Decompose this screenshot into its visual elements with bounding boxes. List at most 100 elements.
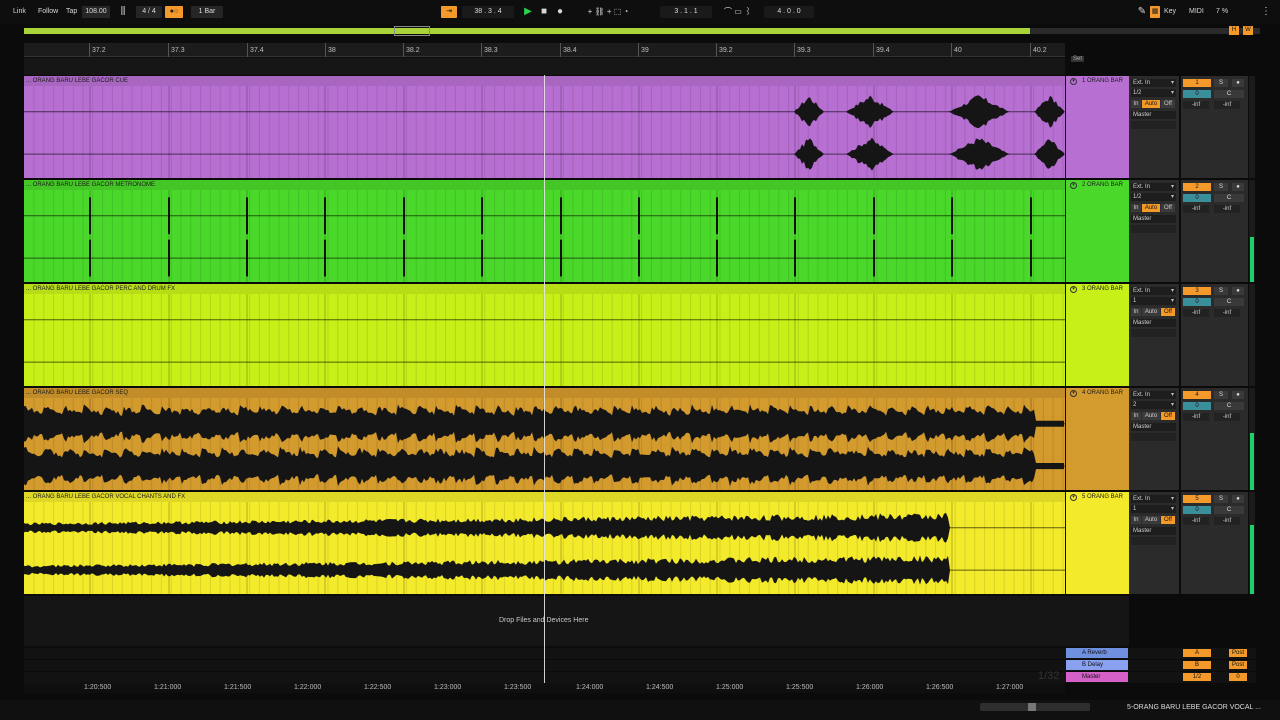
arrangement-overview[interactable] <box>24 28 1030 34</box>
input-type-select[interactable]: Ext. In ▾ <box>1131 391 1176 399</box>
midi-map-button[interactable]: MIDI <box>1189 6 1204 18</box>
arm-button[interactable]: ● <box>1232 391 1244 399</box>
arm-button[interactable]: ● <box>1232 79 1244 87</box>
output-select[interactable]: Master <box>1131 111 1176 119</box>
pan-field[interactable]: C <box>1214 90 1244 98</box>
track-header[interactable]: ▾ 5 ORANG BAR <box>1066 492 1129 594</box>
fold-icon[interactable]: ▾ <box>1070 286 1077 293</box>
track-name[interactable]: 1 ORANG BAR <box>1082 78 1123 84</box>
track-activator-button[interactable]: 5 <box>1183 495 1211 503</box>
follow-button[interactable]: Follow <box>38 6 58 18</box>
fold-icon[interactable]: ▾ <box>1070 494 1077 501</box>
volume-field[interactable]: 0 <box>1183 402 1211 410</box>
fold-icon[interactable]: ▾ <box>1070 390 1077 397</box>
set-locator-button[interactable]: Set <box>1071 56 1085 62</box>
volume-field[interactable]: 0 <box>1183 506 1211 514</box>
input-channel-select[interactable]: 1 ▾ <box>1131 505 1176 513</box>
return-name[interactable]: B Delay <box>1066 660 1128 670</box>
pan-field[interactable]: C <box>1214 506 1244 514</box>
volume-field[interactable]: 0 <box>1183 298 1211 306</box>
menu-icon[interactable]: ⋮ <box>1260 5 1272 19</box>
arrangement-position[interactable]: 38 . 3 . 4 <box>462 6 514 18</box>
input-channel-select[interactable]: 2 ▾ <box>1131 401 1176 409</box>
input-type-select[interactable]: Ext. In ▾ <box>1131 79 1176 87</box>
pan-field[interactable]: C <box>1214 402 1244 410</box>
tap-button[interactable]: Tap <box>66 6 77 18</box>
input-type-select[interactable]: Ext. In ▾ <box>1131 183 1176 191</box>
arm-button[interactable]: ● <box>1232 287 1244 295</box>
solo-button[interactable]: S <box>1214 287 1228 295</box>
key-map-button[interactable]: Key <box>1164 6 1176 18</box>
input-channel-select[interactable]: 1 ▾ <box>1131 297 1176 305</box>
fold-icon[interactable]: ▾ <box>1070 78 1077 85</box>
monitor-off-button[interactable]: Off <box>1161 412 1175 420</box>
follow-arrow-icon[interactable]: ⇥ <box>441 6 457 18</box>
overview-viewport[interactable] <box>394 26 430 36</box>
stop-icon[interactable]: ■ <box>537 5 551 19</box>
monitor-off-button[interactable]: Off <box>1161 308 1175 316</box>
track-name[interactable]: 4 ORANG BAR <box>1082 390 1123 396</box>
play-icon[interactable]: ▶ <box>521 5 535 19</box>
scroll-thumb[interactable] <box>1028 703 1036 711</box>
track-activator-button[interactable]: 4 <box>1183 391 1211 399</box>
quantize-select[interactable]: 1 Bar <box>191 6 223 18</box>
overview-w-button[interactable]: W <box>1243 26 1253 35</box>
input-type-select[interactable]: Ext. In ▾ <box>1131 495 1176 503</box>
solo-button[interactable]: S <box>1214 79 1228 87</box>
return-post-button[interactable]: 0 <box>1229 673 1247 681</box>
track-name[interactable]: 3 ORANG BAR <box>1082 286 1123 292</box>
track-header[interactable]: ▾ 2 ORANG BAR <box>1066 180 1129 282</box>
nudge-icon[interactable]: ⫼ <box>113 5 133 19</box>
time-signature-field[interactable]: 4 / 4 <box>136 6 162 18</box>
return-name[interactable]: A Reverb <box>1066 648 1128 658</box>
fold-icon[interactable]: ▾ <box>1070 182 1077 189</box>
draw-mode-icon[interactable]: ✎ <box>1136 5 1148 19</box>
solo-button[interactable]: S <box>1214 183 1228 191</box>
solo-button[interactable]: S <box>1214 391 1228 399</box>
volume-field[interactable]: 0 <box>1183 90 1211 98</box>
solo-button[interactable]: S <box>1214 495 1228 503</box>
output-channel-select[interactable] <box>1131 329 1176 337</box>
track-header[interactable]: ▾ 1 ORANG BAR <box>1066 76 1129 178</box>
input-channel-select[interactable]: 1/2 ▾ <box>1131 193 1176 201</box>
monitor-auto-button[interactable]: Auto <box>1142 100 1160 108</box>
grid-icon[interactable]: ▦ <box>1150 6 1160 18</box>
monitor-auto-button[interactable]: Auto <box>1142 412 1160 420</box>
return-name[interactable]: Master <box>1066 672 1128 682</box>
output-channel-select[interactable] <box>1131 121 1176 129</box>
volume-field[interactable]: 0 <box>1183 194 1211 202</box>
monitor-in-button[interactable]: In <box>1131 516 1141 524</box>
pan-field[interactable]: C <box>1214 298 1244 306</box>
monitor-in-button[interactable]: In <box>1131 204 1141 212</box>
return-post-button[interactable]: Post <box>1229 661 1247 669</box>
tempo-field[interactable]: 108.00 <box>82 6 110 18</box>
return-activator[interactable]: 1/2 <box>1183 673 1211 681</box>
monitor-in-button[interactable]: In <box>1131 100 1141 108</box>
track-activator-button[interactable]: 2 <box>1183 183 1211 191</box>
monitor-in-button[interactable]: In <box>1131 308 1141 316</box>
input-channel-select[interactable]: 1/2 ▾ <box>1131 89 1176 97</box>
monitor-in-button[interactable]: In <box>1131 412 1141 420</box>
monitor-auto-button[interactable]: Auto <box>1142 516 1160 524</box>
track-name[interactable]: 5 ORANG BAR <box>1082 494 1123 500</box>
monitor-off-button[interactable]: Off <box>1161 204 1175 212</box>
punch-icons[interactable]: ⌒ ▭ ⌇ <box>714 5 762 19</box>
monitor-off-button[interactable]: Off <box>1161 516 1175 524</box>
input-type-select[interactable]: Ext. In ▾ <box>1131 287 1176 295</box>
track-activator-button[interactable]: 1 <box>1183 79 1211 87</box>
locator-row[interactable] <box>24 58 1065 75</box>
output-select[interactable]: Master <box>1131 423 1176 431</box>
track-activator-button[interactable]: 3 <box>1183 287 1211 295</box>
monitor-auto-button[interactable]: Auto <box>1142 308 1160 316</box>
output-channel-select[interactable] <box>1131 433 1176 441</box>
track-name[interactable]: 2 ORANG BAR <box>1082 182 1123 188</box>
loop-length-field[interactable]: 4 . 0 . 0 <box>764 6 814 18</box>
overdub-loop-icons[interactable]: + ⛓ + ⬚ ◔ <box>578 5 638 19</box>
monitor-off-button[interactable]: Off <box>1161 100 1175 108</box>
return-activator[interactable]: B <box>1183 661 1211 669</box>
output-select[interactable]: Master <box>1131 215 1176 223</box>
output-channel-select[interactable] <box>1131 225 1176 233</box>
return-activator[interactable]: A <box>1183 649 1211 657</box>
output-select[interactable]: Master <box>1131 527 1176 535</box>
arm-button[interactable]: ● <box>1232 495 1244 503</box>
